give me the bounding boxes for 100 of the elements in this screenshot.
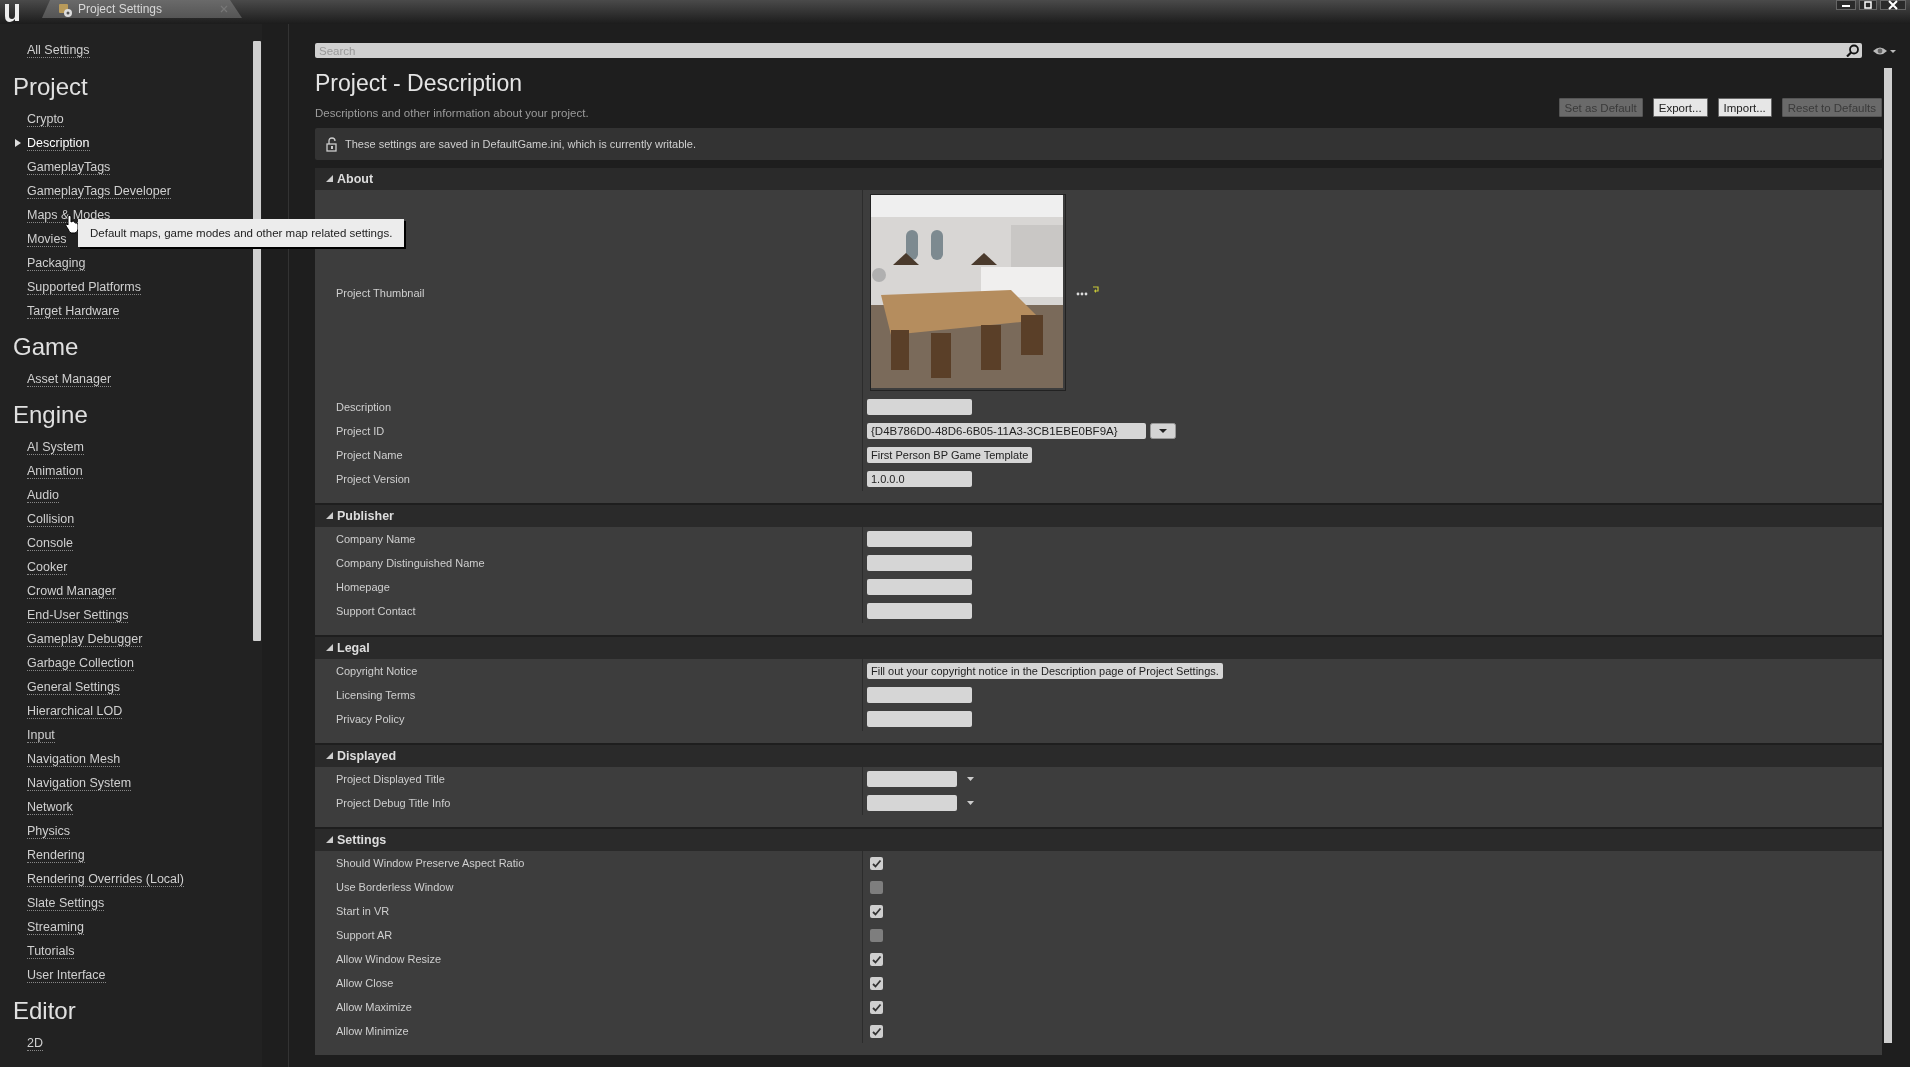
settings-link[interactable]: Target Hardware: [27, 303, 120, 319]
close-icon[interactable]: [1880, 0, 1906, 10]
settings-link[interactable]: 2D: [27, 1035, 43, 1051]
settings-link[interactable]: AI System: [27, 439, 84, 455]
checkbox[interactable]: [870, 880, 883, 894]
expand-triangle-icon[interactable]: [326, 836, 333, 844]
text-field[interactable]: [867, 603, 972, 619]
settings-link[interactable]: Gameplay Debugger: [27, 631, 143, 647]
settings-link[interactable]: Rendering: [27, 847, 85, 863]
property-label: Support Contact: [315, 599, 863, 623]
caret-icon[interactable]: [967, 801, 974, 805]
settings-link[interactable]: Audio: [27, 487, 59, 503]
page-description: Descriptions and other information about your project.: [315, 107, 589, 119]
section-header[interactable]: Displayed: [315, 745, 1882, 767]
text-field[interactable]: {D4B786D0-48D6-6B05-11A3-3CB1EBE0BF9A}: [867, 423, 1146, 439]
settings-icon: [58, 1, 73, 17]
settings-link[interactable]: Navigation System: [27, 775, 132, 791]
text-field[interactable]: [867, 687, 972, 703]
property-label: Licensing Terms: [315, 683, 863, 707]
settings-link[interactable]: Rendering Overrides (Local): [27, 871, 184, 887]
settings-link[interactable]: Asset Manager: [27, 371, 112, 387]
expand-triangle-icon[interactable]: [326, 512, 333, 520]
property-label: Homepage: [315, 575, 863, 599]
checkbox[interactable]: [870, 928, 883, 942]
property-label: Project Name: [315, 443, 863, 467]
settings-link[interactable]: Cooker: [27, 559, 68, 575]
restore-icon[interactable]: [1859, 0, 1877, 10]
settings-link[interactable]: GameplayTags Developer: [27, 183, 171, 199]
unlocked-padlock-icon: [326, 136, 337, 152]
settings-link[interactable]: Tutorials: [27, 943, 75, 959]
category-heading: Engine: [12, 400, 88, 430]
toolbar-button[interactable]: Export...: [1652, 98, 1708, 117]
property-label: Privacy Policy: [315, 707, 863, 731]
settings-link[interactable]: Slate Settings: [27, 895, 105, 911]
text-field[interactable]: [867, 399, 972, 415]
settings-link[interactable]: Movies: [27, 231, 67, 247]
category-heading: Project: [12, 72, 88, 102]
expand-triangle-icon[interactable]: [326, 752, 333, 760]
section-header[interactable]: About: [315, 168, 1882, 190]
settings-link[interactable]: Navigation Mesh: [27, 751, 121, 767]
settings-link[interactable]: Input: [27, 727, 55, 743]
property-label: Copyright Notice: [315, 659, 863, 683]
reset-arrow-icon[interactable]: [1092, 285, 1100, 294]
checkbox[interactable]: [870, 904, 883, 918]
property-label: Use Borderless Window: [315, 875, 863, 899]
window-tab[interactable]: Project Settings: [42, 0, 242, 18]
property-label: Support AR: [315, 923, 863, 947]
settings-link[interactable]: Packaging: [27, 255, 86, 271]
settings-link[interactable]: Collision: [27, 511, 75, 527]
checkbox[interactable]: [870, 1024, 883, 1038]
text-field[interactable]: First Person BP Game Template: [867, 447, 1033, 463]
section-header[interactable]: Legal: [315, 637, 1882, 659]
settings-link[interactable]: Description: [27, 135, 90, 151]
search-icon[interactable]: [1846, 44, 1859, 57]
notice-text: These settings are saved in DefaultGame.ini, which is currently writable.: [345, 138, 696, 150]
settings-link[interactable]: GameplayTags: [27, 159, 111, 175]
settings-link[interactable]: Animation: [27, 463, 83, 479]
settings-link[interactable]: Supported Platforms: [27, 279, 141, 295]
expand-triangle-icon[interactable]: [326, 644, 333, 652]
tooltip: Default maps, game modes and other map related settings.: [78, 219, 405, 247]
expand-triangle-icon[interactable]: [326, 175, 333, 183]
property-label: Project Version: [315, 467, 863, 491]
settings-link[interactable]: End-User Settings: [27, 607, 129, 623]
tab-title: Project Settings: [78, 2, 164, 16]
text-field[interactable]: [867, 555, 972, 571]
settings-link[interactable]: General Settings: [27, 679, 121, 695]
text-field[interactable]: [867, 579, 972, 595]
checkbox[interactable]: [870, 952, 883, 966]
section-header[interactable]: Publisher: [315, 505, 1882, 527]
settings-link[interactable]: Network: [27, 799, 73, 815]
settings-link[interactable]: Crowd Manager: [27, 583, 116, 599]
settings-link[interactable]: Garbage Collection: [27, 655, 134, 671]
checkbox[interactable]: [870, 1000, 883, 1014]
settings-link[interactable]: Crypto: [27, 111, 64, 127]
text-field[interactable]: 1.0.0.0: [867, 471, 972, 487]
checkbox[interactable]: [870, 856, 883, 870]
settings-link[interactable]: Physics: [27, 823, 71, 839]
settings-link[interactable]: User Interface: [27, 967, 106, 983]
dropdown-button-icon[interactable]: [1150, 423, 1176, 439]
settings-link[interactable]: All Settings: [27, 43, 90, 58]
text-field[interactable]: [867, 531, 972, 547]
property-label: Allow Window Resize: [315, 947, 863, 971]
toolbar-button[interactable]: Import...: [1717, 98, 1772, 117]
dropdown-field[interactable]: [867, 771, 957, 787]
property-label: Allow Maximize: [315, 995, 863, 1019]
scrollbar-thumb[interactable]: [1884, 68, 1892, 1043]
section-title: Settings: [337, 833, 387, 847]
section-header[interactable]: Settings: [315, 829, 1882, 851]
text-field[interactable]: [867, 711, 972, 727]
dropdown-field[interactable]: [867, 795, 957, 811]
category-heading: Editor: [12, 996, 76, 1026]
property-label: Company Distinguished Name: [315, 551, 863, 575]
checkbox[interactable]: [870, 976, 883, 990]
caret-icon[interactable]: [967, 777, 974, 781]
settings-link[interactable]: Streaming: [27, 919, 84, 935]
settings-link[interactable]: Hierarchical LOD: [27, 703, 123, 719]
text-field[interactable]: Fill out your copyright notice in the Description page of Project Settings.: [867, 663, 1223, 679]
settings-link[interactable]: Console: [27, 535, 73, 551]
engine-logo-icon: [2, 2, 22, 23]
minimize-icon[interactable]: [1836, 0, 1856, 10]
